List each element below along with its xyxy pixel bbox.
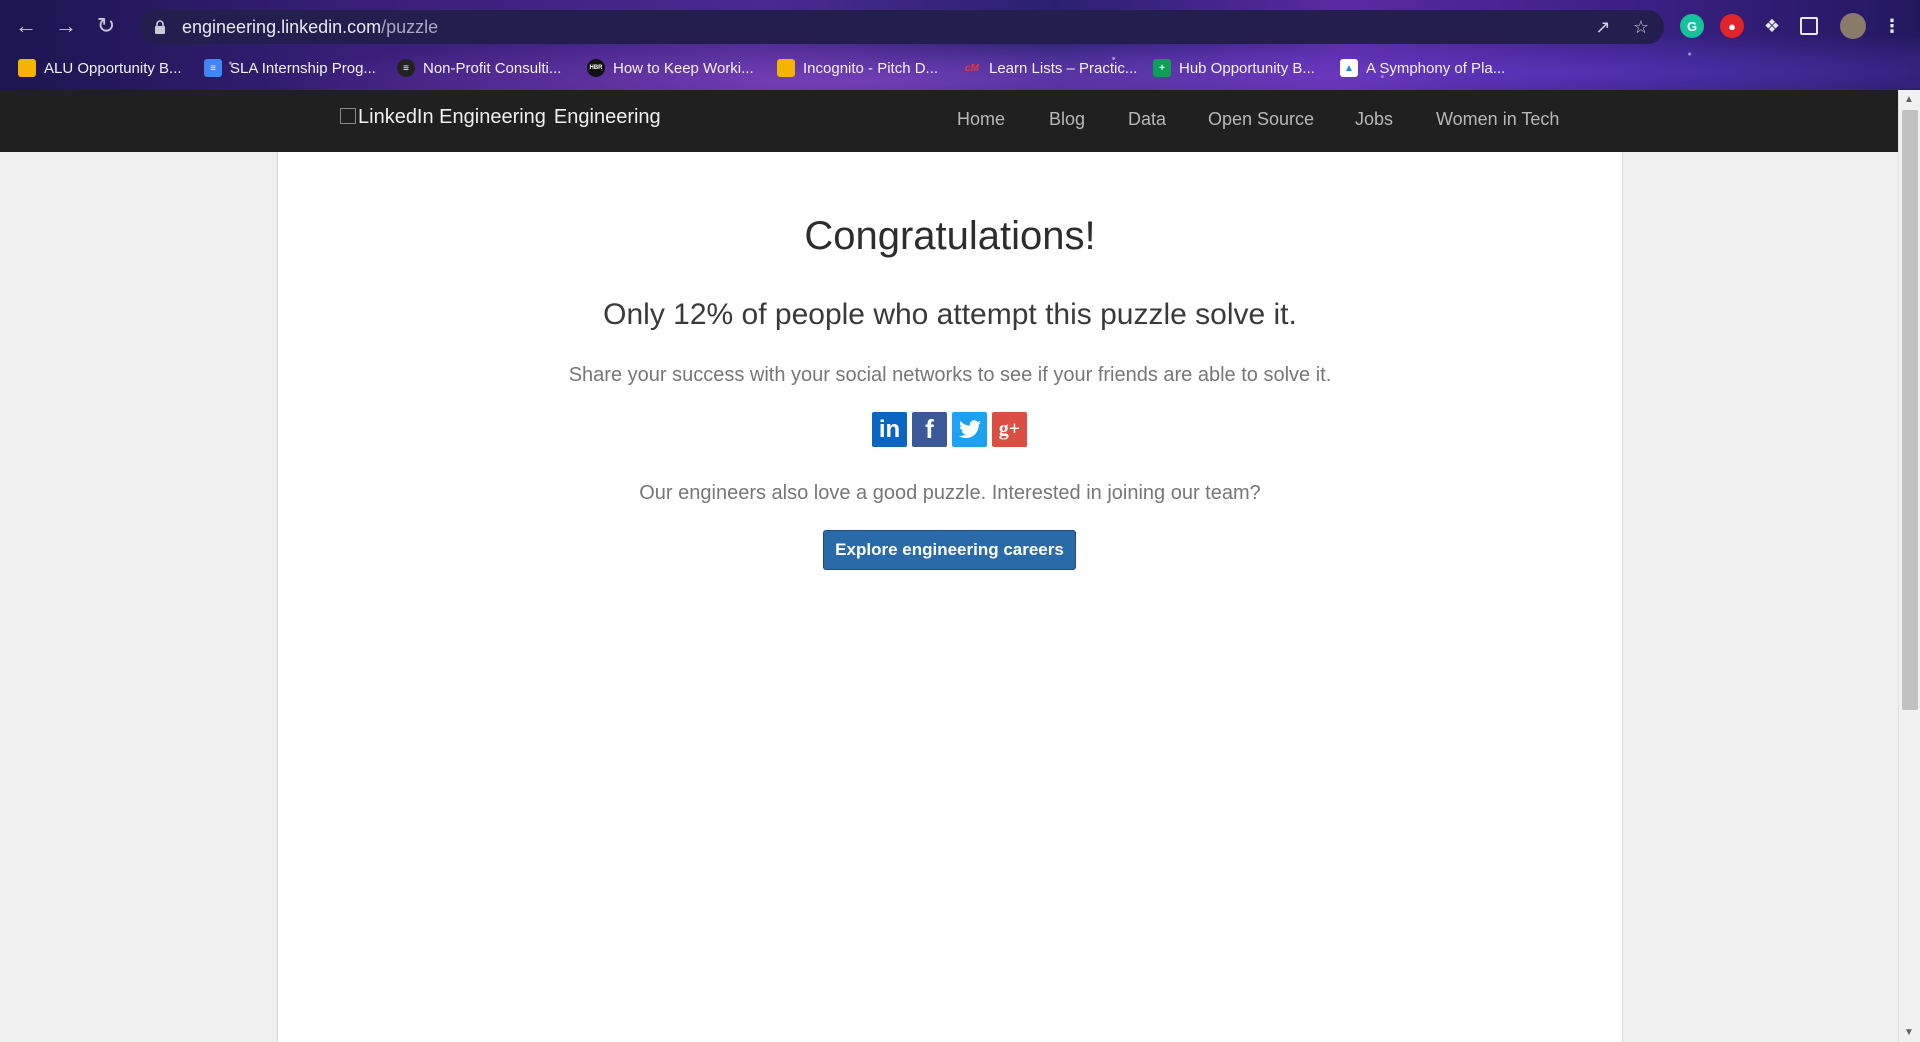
bookmarks-bar: ALU Opportunity B... ≡ SLA Internship Pr… — [0, 52, 1920, 82]
bookmark-star-icon[interactable]: ☆ — [1630, 16, 1652, 38]
nav-data[interactable]: Data — [1128, 109, 1166, 130]
site-logo[interactable]: LinkedIn Engineering Engineering — [340, 106, 661, 129]
nav-open-source[interactable]: Open Source — [1208, 109, 1314, 130]
content-card: Congratulations! Only 12% of people who … — [277, 152, 1623, 1042]
scroll-up-icon[interactable]: ▲ — [1904, 94, 1914, 105]
page-subtitle: Only 12% of people who attempt this puzz… — [603, 298, 1297, 331]
globe-icon: ≡ — [397, 59, 415, 77]
hbr-icon: HBR — [587, 59, 605, 77]
nav-jobs[interactable]: Jobs — [1355, 109, 1393, 130]
side-panel-icon[interactable] — [1800, 17, 1818, 35]
bookmark-item[interactable]: ≡ SLA Internship Prog... — [204, 56, 376, 80]
bookmark-item[interactable]: ▲ A Symphony of Pla... — [1340, 56, 1505, 80]
docs-icon: ≡ — [204, 59, 222, 77]
share-prompt: Share your success with your social netw… — [568, 364, 1332, 386]
bookmark-item[interactable]: cM Learn Lists – Practic... — [963, 56, 1137, 80]
address-bar[interactable]: engineering.linkedin.com/puzzle ↗ ☆ — [138, 10, 1664, 44]
facebook-icon[interactable]: f — [912, 412, 947, 447]
grammarly-icon[interactable]: G — [1680, 14, 1704, 38]
reload-icon[interactable]: ↻ — [90, 10, 122, 42]
page-title: Congratulations! — [804, 214, 1096, 258]
back-icon[interactable]: ← — [10, 10, 42, 42]
bookmark-item[interactable]: + Hub Opportunity B... — [1153, 56, 1315, 80]
url-text: engineering.linkedin.com/puzzle — [182, 16, 439, 37]
social-share-buttons: in f g+ — [872, 412, 1027, 447]
lock-icon — [152, 19, 168, 35]
explore-careers-button[interactable]: Explore engineering careers — [823, 530, 1076, 570]
menu-kebab-icon[interactable]: ⋮ — [1880, 14, 1904, 38]
image-icon: ▲ — [1340, 59, 1358, 77]
nav-blog[interactable]: Blog — [1049, 109, 1085, 130]
page-viewport: LinkedIn Engineering Engineering Home Bl… — [0, 90, 1920, 1042]
broken-image-icon — [340, 107, 356, 124]
extensions-puzzle-icon[interactable]: ❖ — [1760, 14, 1784, 38]
slides-icon — [777, 59, 795, 77]
page-scrollbar[interactable]: ▲ ▼ — [1898, 90, 1920, 1042]
extension-red-icon[interactable]: ● — [1720, 14, 1744, 38]
sheets-icon: + — [1153, 59, 1171, 77]
forward-icon[interactable]: → — [50, 10, 82, 42]
slides-icon — [18, 59, 36, 77]
share-icon[interactable]: ↗ — [1592, 16, 1614, 38]
nav-women-in-tech[interactable]: Women in Tech — [1436, 109, 1559, 130]
cm-icon: cM — [965, 62, 979, 74]
logo-wordmark: Engineering — [553, 106, 661, 128]
logo-alt-text: LinkedIn Engineering — [358, 106, 546, 128]
bookmark-item[interactable]: HBR How to Keep Worki... — [587, 56, 754, 80]
bookmark-item[interactable]: ALU Opportunity B... — [18, 56, 182, 80]
scroll-down-icon[interactable]: ▼ — [1904, 1027, 1914, 1038]
twitter-icon[interactable] — [952, 412, 987, 447]
browser-chrome: ← → ↻ engineering.linkedin.com/puzzle ↗ … — [0, 0, 1920, 90]
google-plus-icon[interactable]: g+ — [992, 412, 1027, 447]
profile-avatar[interactable] — [1840, 13, 1866, 39]
site-header: LinkedIn Engineering Engineering Home Bl… — [0, 90, 1898, 152]
nav-home[interactable]: Home — [957, 109, 1005, 130]
linkedin-icon[interactable]: in — [872, 412, 907, 447]
careers-prompt: Our engineers also love a good puzzle. I… — [639, 482, 1261, 504]
bookmark-item[interactable]: Incognito - Pitch D... — [777, 56, 938, 80]
scrollbar-thumb[interactable] — [1902, 110, 1918, 710]
bookmark-item[interactable]: ≡ Non-Profit Consulti... — [397, 56, 561, 80]
